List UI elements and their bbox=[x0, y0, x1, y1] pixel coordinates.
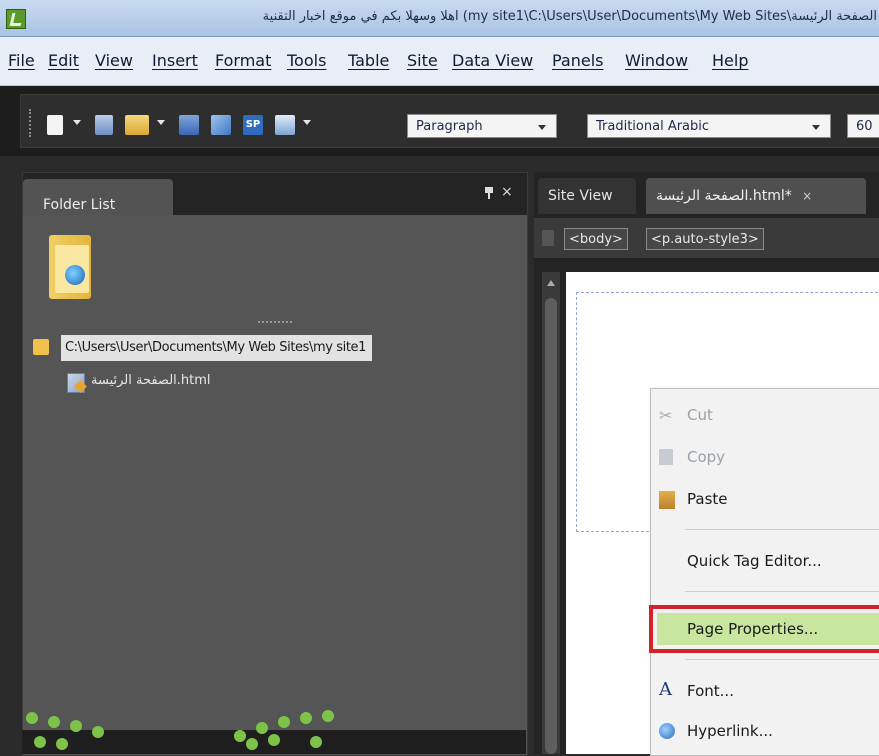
title-bar: الصفحة الرئيسة\my site1\C:\Users\User\Do… bbox=[0, 0, 879, 37]
site-root-path: C:\Users\User\Documents\My Web Sites\my … bbox=[61, 335, 373, 361]
open-folder-icon[interactable] bbox=[125, 115, 149, 135]
toolbar-grip[interactable] bbox=[29, 109, 35, 137]
copy-icon bbox=[659, 449, 673, 465]
splitter-grip[interactable] bbox=[258, 321, 292, 326]
menu-separator bbox=[685, 529, 879, 530]
menu-view[interactable]: View bbox=[95, 51, 133, 70]
clipboard-icon bbox=[659, 491, 675, 509]
font-label: Font... bbox=[687, 682, 734, 700]
globe-icon[interactable] bbox=[211, 115, 231, 135]
font-select[interactable]: Traditional Arabic bbox=[587, 114, 831, 138]
tab-home-page[interactable]: الصفحة الرئيسة.html* × bbox=[646, 178, 866, 214]
chevron-down-icon bbox=[538, 125, 546, 130]
menu-window[interactable]: Window bbox=[625, 51, 688, 70]
hyperlink-icon bbox=[659, 723, 675, 739]
save-icon[interactable] bbox=[179, 115, 199, 135]
size-select[interactable]: 60 bbox=[847, 114, 879, 138]
scroll-up-icon[interactable] bbox=[547, 280, 555, 286]
preview-icon[interactable] bbox=[275, 115, 295, 135]
tab-site-view-label: Site View bbox=[548, 188, 613, 204]
toolbar: SP Paragraph Traditional Arabic 60 bbox=[0, 86, 879, 156]
size-select-value: 60 bbox=[856, 119, 873, 134]
home-page-filename: الصفحة الرئيسة.html bbox=[91, 373, 211, 388]
style-select-value: Paragraph bbox=[416, 119, 483, 134]
preview-dropdown-arrow[interactable] bbox=[303, 120, 311, 125]
toolbar-strip: SP Paragraph Traditional Arabic 60 bbox=[20, 94, 879, 148]
chevron-down-icon bbox=[812, 125, 820, 130]
folder-icon bbox=[33, 339, 49, 355]
copy-label: Copy bbox=[687, 448, 726, 466]
folder-list-tab[interactable]: Folder List bbox=[23, 179, 173, 215]
hyperlink-label: Hyperlink... bbox=[687, 722, 773, 740]
folder-list-panel: Folder List × C:\Users\User\Documents\My… bbox=[22, 172, 528, 756]
sharepoint-icon[interactable]: SP bbox=[243, 115, 263, 135]
folder-list-title: Folder List bbox=[43, 197, 116, 213]
tag-paragraph[interactable]: <p.auto-style3> bbox=[646, 228, 764, 250]
menu-tools[interactable]: Tools bbox=[287, 51, 326, 70]
quick-tag-selector: <body> <p.auto-style3> bbox=[534, 218, 879, 258]
context-menu: ✂ Cut Copy Paste Quick Tag Editor... Pag… bbox=[649, 388, 879, 756]
menu-data-view[interactable]: Data View bbox=[452, 51, 533, 70]
folder-list-tabstrip: Folder List × bbox=[23, 173, 527, 215]
menu-file[interactable]: File bbox=[8, 51, 35, 70]
menu-help[interactable]: Help bbox=[712, 51, 748, 70]
menu-format[interactable]: Format bbox=[215, 51, 271, 70]
menu-separator bbox=[685, 659, 879, 660]
scrollbar-thumb[interactable] bbox=[545, 298, 557, 754]
tag-scroll-left-icon[interactable] bbox=[542, 230, 554, 246]
tab-site-view[interactable]: Site View bbox=[538, 178, 636, 214]
menu-site[interactable]: Site bbox=[407, 51, 438, 70]
cut-label: Cut bbox=[687, 406, 713, 424]
page-properties-label: Page Properties... bbox=[687, 620, 819, 638]
window-title: الصفحة الرئيسة\my site1\C:\Users\User\Do… bbox=[262, 9, 877, 24]
menu-panels[interactable]: Panels bbox=[552, 51, 604, 70]
paste-label: Paste bbox=[687, 490, 728, 508]
quick-tag-editor-label: Quick Tag Editor... bbox=[687, 552, 822, 570]
site-folder-icon[interactable] bbox=[49, 231, 93, 301]
menu-insert[interactable]: Insert bbox=[152, 51, 198, 70]
new-dropdown-arrow[interactable] bbox=[73, 120, 81, 125]
page-icon[interactable] bbox=[95, 115, 113, 135]
font-select-value: Traditional Arabic bbox=[596, 119, 710, 134]
menu-edit[interactable]: Edit bbox=[48, 51, 79, 70]
new-page-icon[interactable] bbox=[47, 115, 63, 135]
vertical-scrollbar[interactable] bbox=[542, 272, 560, 754]
expression-web-app-icon[interactable] bbox=[6, 9, 26, 29]
tab-home-page-label: الصفحة الرئيسة.html* bbox=[656, 188, 792, 204]
menu-bar: File Edit View Insert Format Tools Table… bbox=[0, 37, 879, 86]
menu-table[interactable]: Table bbox=[348, 51, 389, 70]
open-dropdown-arrow[interactable] bbox=[157, 120, 165, 125]
font-icon: A bbox=[659, 679, 672, 700]
html-file-icon bbox=[67, 373, 85, 393]
style-select[interactable]: Paragraph bbox=[407, 114, 557, 138]
close-icon[interactable]: × bbox=[501, 185, 513, 199]
menu-separator bbox=[685, 591, 879, 592]
tab-close-icon[interactable]: × bbox=[802, 189, 812, 203]
scissors-icon: ✂ bbox=[659, 406, 673, 425]
tag-body[interactable]: <body> bbox=[564, 228, 628, 250]
pin-icon[interactable] bbox=[485, 187, 493, 199]
